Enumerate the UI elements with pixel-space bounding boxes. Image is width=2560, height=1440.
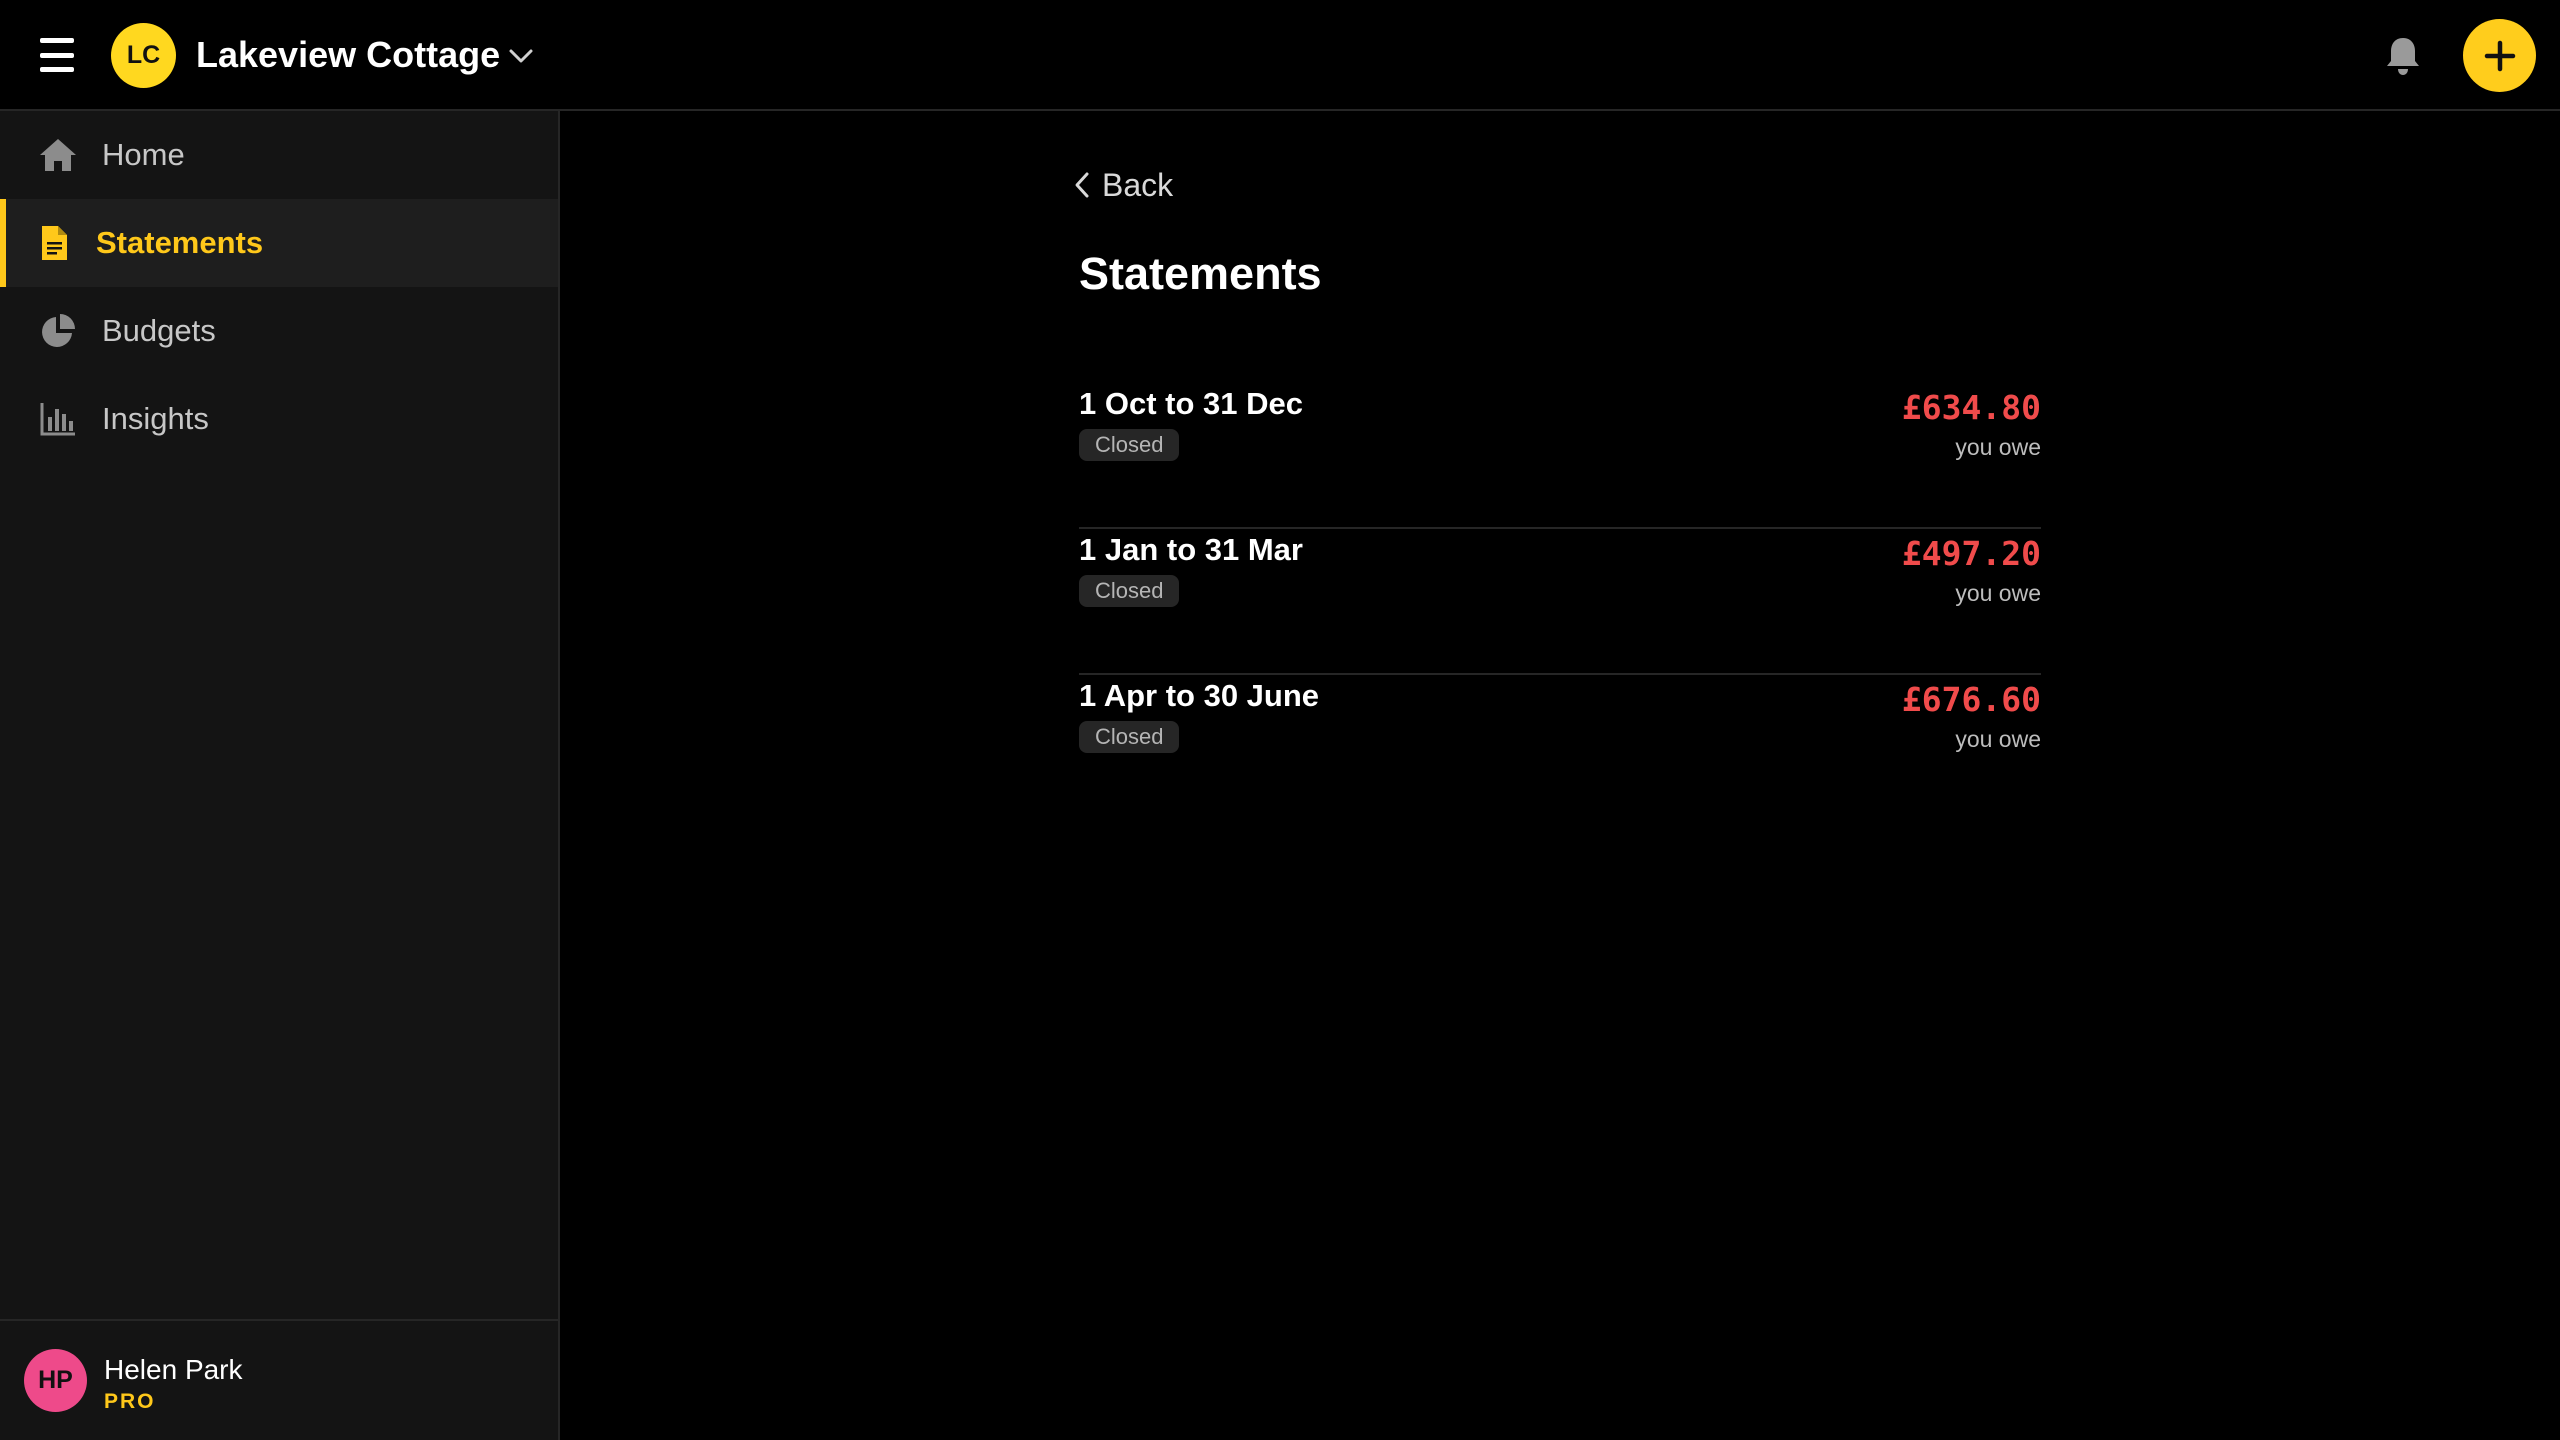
sidebar-item-budgets[interactable]: Budgets <box>0 287 558 375</box>
bar-chart-icon <box>40 403 75 436</box>
back-button[interactable]: Back <box>1072 163 1173 207</box>
back-label: Back <box>1102 166 1174 203</box>
statement-amount: £676.60 <box>1901 680 2041 719</box>
chevron-left-icon <box>1075 172 1089 198</box>
amount-label: you owe <box>1955 726 2041 752</box>
hamburger-menu-icon[interactable] <box>40 38 76 72</box>
user-profile[interactable]: HP Helen Park PRO <box>0 1319 558 1440</box>
sidebar-item-label: Statements <box>96 225 264 260</box>
sidebar-item-insights[interactable]: Insights <box>0 375 558 463</box>
top-bar: LC Lakeview Cottage <box>0 0 2560 111</box>
sidebar-item-label: Home <box>102 137 185 172</box>
amount-label: you owe <box>1955 434 2041 460</box>
plus-icon <box>2484 40 2515 71</box>
pie-chart-icon <box>42 314 75 347</box>
statement-period: 1 Jan to 31 Mar <box>1079 532 1303 567</box>
notification-bell-icon[interactable] <box>2383 34 2423 78</box>
statement-period: 1 Oct to 31 Dec <box>1079 386 1303 421</box>
statement-row[interactable]: 1 Oct to 31 Dec Closed £634.80 you owe <box>1079 383 2041 529</box>
statement-period: 1 Apr to 30 June <box>1079 678 1320 713</box>
sidebar-item-home[interactable]: Home <box>0 111 558 199</box>
avatar: HP <box>24 1349 87 1412</box>
chevron-down-icon[interactable] <box>505 42 537 70</box>
status-badge: Closed <box>1079 721 1180 753</box>
amount-label: you owe <box>1955 580 2041 606</box>
status-badge: Closed <box>1079 575 1180 607</box>
statement-row[interactable]: 1 Jan to 31 Mar Closed £497.20 you owe <box>1079 529 2041 675</box>
statement-amount: £634.80 <box>1901 388 2041 427</box>
plan-badge: PRO <box>104 1390 156 1413</box>
home-icon <box>40 139 76 171</box>
statement-amount: £497.20 <box>1901 534 2041 573</box>
add-button[interactable] <box>2463 19 2536 92</box>
project-name[interactable]: Lakeview Cottage <box>196 30 500 80</box>
sidebar-item-statements[interactable]: Statements <box>0 199 558 287</box>
page-title: Statements <box>1079 248 1322 299</box>
status-badge: Closed <box>1079 429 1180 461</box>
document-icon <box>42 226 67 260</box>
sidebar: Home Statements Budgets Insights HP Hele… <box>0 111 560 1440</box>
sidebar-item-label: Budgets <box>102 313 216 348</box>
user-name: Helen Park <box>104 1354 243 1385</box>
sidebar-item-label: Insights <box>102 401 209 436</box>
project-avatar[interactable]: LC <box>111 23 176 88</box>
statement-row[interactable]: 1 Apr to 30 June Closed £676.60 you owe <box>1079 675 2041 821</box>
